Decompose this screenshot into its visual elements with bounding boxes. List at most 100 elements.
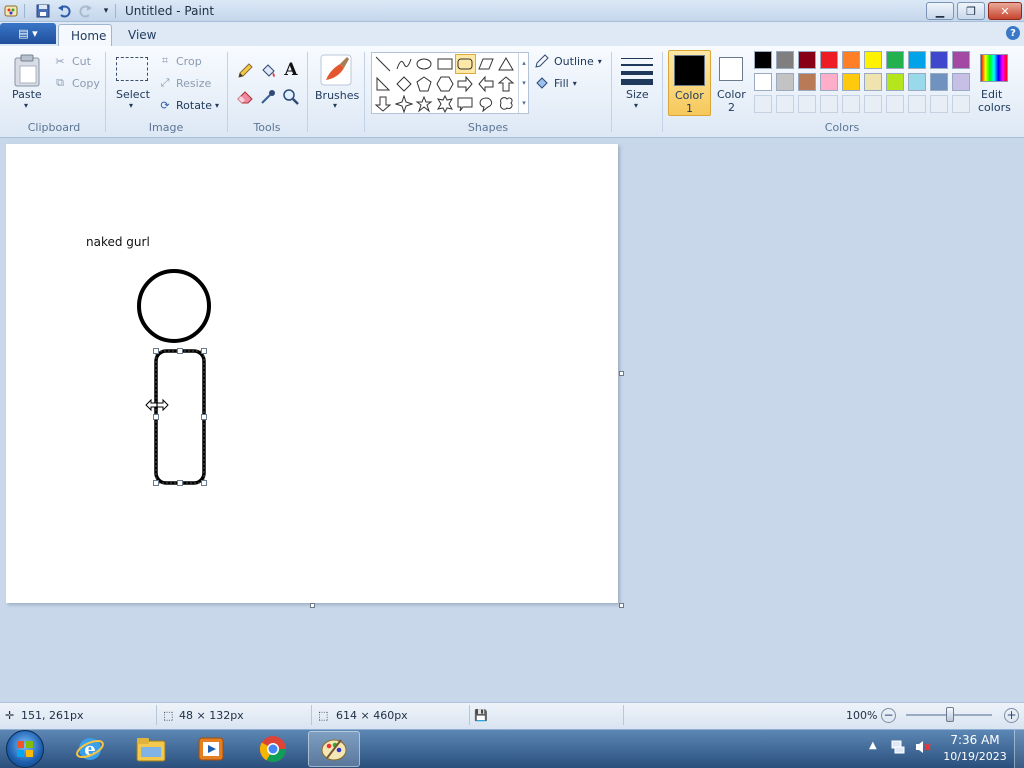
outline-button[interactable]: Outline ▾ <box>534 53 602 69</box>
shape-option[interactable] <box>373 54 394 74</box>
custom-color-slot[interactable] <box>930 95 948 113</box>
internet-explorer-icon[interactable]: e <box>64 731 116 767</box>
drawing-canvas[interactable]: naked gurl <box>6 144 618 603</box>
shape-option[interactable] <box>414 54 435 74</box>
palette-swatch[interactable] <box>952 51 970 69</box>
palette-swatch[interactable] <box>930 73 948 91</box>
shape-option[interactable] <box>496 54 517 74</box>
palette-swatch[interactable] <box>798 73 816 91</box>
custom-color-slot[interactable] <box>798 95 816 113</box>
palette-swatch[interactable] <box>842 51 860 69</box>
shape-option[interactable] <box>435 94 456 114</box>
volume-muted-icon[interactable] <box>914 739 932 758</box>
show-hidden-icons-icon[interactable]: ▲ <box>869 740 877 751</box>
shape-option[interactable] <box>394 94 415 114</box>
paste-button[interactable]: Paste ▾ <box>10 52 44 114</box>
zoom-in-button[interactable]: + <box>1004 708 1019 723</box>
palette-swatch[interactable] <box>908 73 926 91</box>
help-icon[interactable]: ? <box>1006 26 1020 40</box>
custom-color-slot[interactable] <box>908 95 926 113</box>
tab-view[interactable]: View <box>116 24 168 46</box>
shape-option[interactable] <box>435 74 456 94</box>
color-picker-icon[interactable] <box>258 87 278 107</box>
custom-color-slot[interactable] <box>842 95 860 113</box>
shapes-gallery[interactable]: ▴ ▾ ▾ <box>371 52 529 114</box>
palette-swatch[interactable] <box>798 51 816 69</box>
eraser-icon[interactable] <box>235 87 255 107</box>
rotate-button[interactable]: ⟳ Rotate ▾ <box>157 97 219 113</box>
text-icon[interactable]: A <box>281 60 301 80</box>
color2-button[interactable]: Color 2 <box>714 50 750 116</box>
minimize-button[interactable]: ▁ <box>926 2 954 20</box>
shape-option[interactable] <box>435 54 456 74</box>
palette-swatch[interactable] <box>776 73 794 91</box>
palette-swatch[interactable] <box>864 73 882 91</box>
palette-swatch[interactable] <box>754 51 772 69</box>
clock-date[interactable]: 10/19/2023 <box>940 750 1010 763</box>
palette-swatch[interactable] <box>886 73 904 91</box>
shape-option[interactable] <box>394 74 415 94</box>
fill-button[interactable]: Fill ▾ <box>534 75 577 91</box>
select-button[interactable]: Select ▾ <box>113 52 151 114</box>
shape-option[interactable] <box>414 74 435 94</box>
shape-option[interactable] <box>476 94 497 114</box>
custom-color-slot[interactable] <box>754 95 772 113</box>
tab-home[interactable]: Home <box>58 24 112 46</box>
title-bar[interactable]: ▾ Untitled - Paint ▁ ❐ ✕ <box>0 0 1024 22</box>
palette-swatch[interactable] <box>842 73 860 91</box>
paint-taskbar-icon[interactable] <box>308 731 360 767</box>
palette-swatch[interactable] <box>864 51 882 69</box>
palette-swatch[interactable] <box>886 51 904 69</box>
start-button[interactable] <box>6 730 44 768</box>
shape-option[interactable] <box>455 54 476 74</box>
magnifier-icon[interactable] <box>281 87 301 107</box>
undo-icon[interactable] <box>56 3 72 19</box>
shapes-scroll[interactable]: ▴ ▾ ▾ <box>518 53 529 113</box>
zoom-out-button[interactable]: − <box>881 708 896 723</box>
size-button[interactable]: Size ▾ <box>617 52 657 114</box>
pencil-icon[interactable] <box>235 61 255 81</box>
zoom-slider-thumb[interactable] <box>946 707 954 722</box>
brushes-button[interactable]: Brushes ▾ <box>314 52 359 114</box>
shape-option[interactable] <box>414 94 435 114</box>
custom-color-slot[interactable] <box>952 95 970 113</box>
shape-option[interactable] <box>496 94 517 114</box>
shape-option[interactable] <box>476 54 497 74</box>
canvas-resize-handle-corner[interactable] <box>619 603 624 608</box>
media-player-icon[interactable] <box>185 731 237 767</box>
canvas-resize-handle-right[interactable] <box>619 371 624 376</box>
palette-swatch[interactable] <box>820 73 838 91</box>
edit-colors-button[interactable]: Edit colors <box>975 52 1013 116</box>
palette-swatch[interactable] <box>754 73 772 91</box>
restore-button[interactable]: ❐ <box>957 2 985 20</box>
canvas-resize-handle-bottom[interactable] <box>310 603 315 608</box>
shape-option[interactable] <box>455 74 476 94</box>
palette-swatch[interactable] <box>820 51 838 69</box>
shape-option[interactable] <box>373 94 394 114</box>
palette-swatch[interactable] <box>930 51 948 69</box>
qat-customize-icon[interactable]: ▾ <box>98 3 114 19</box>
custom-color-slot[interactable] <box>864 95 882 113</box>
chrome-icon[interactable] <box>247 731 299 767</box>
custom-color-slot[interactable] <box>776 95 794 113</box>
palette-swatch[interactable] <box>908 51 926 69</box>
shape-option[interactable] <box>394 54 415 74</box>
shape-option[interactable] <box>455 94 476 114</box>
palette-swatch[interactable] <box>952 73 970 91</box>
save-icon[interactable] <box>35 3 51 19</box>
paint-icon[interactable] <box>3 3 19 19</box>
custom-color-slot[interactable] <box>886 95 904 113</box>
shape-option[interactable] <box>373 74 394 94</box>
resize-button[interactable]: ⤢ Resize <box>157 75 212 91</box>
paint-menu-button[interactable]: ▤ ▾ <box>0 23 56 44</box>
file-explorer-icon[interactable] <box>125 731 177 767</box>
shape-option[interactable] <box>496 74 517 94</box>
close-button[interactable]: ✕ <box>988 2 1022 20</box>
bucket-icon[interactable] <box>258 61 278 81</box>
palette-swatch[interactable] <box>776 51 794 69</box>
show-desktop-button[interactable] <box>1014 730 1024 768</box>
color1-button[interactable]: Color 1 <box>668 50 711 116</box>
custom-color-slot[interactable] <box>820 95 838 113</box>
shape-option[interactable] <box>476 74 497 94</box>
network-icon[interactable] <box>890 739 906 758</box>
